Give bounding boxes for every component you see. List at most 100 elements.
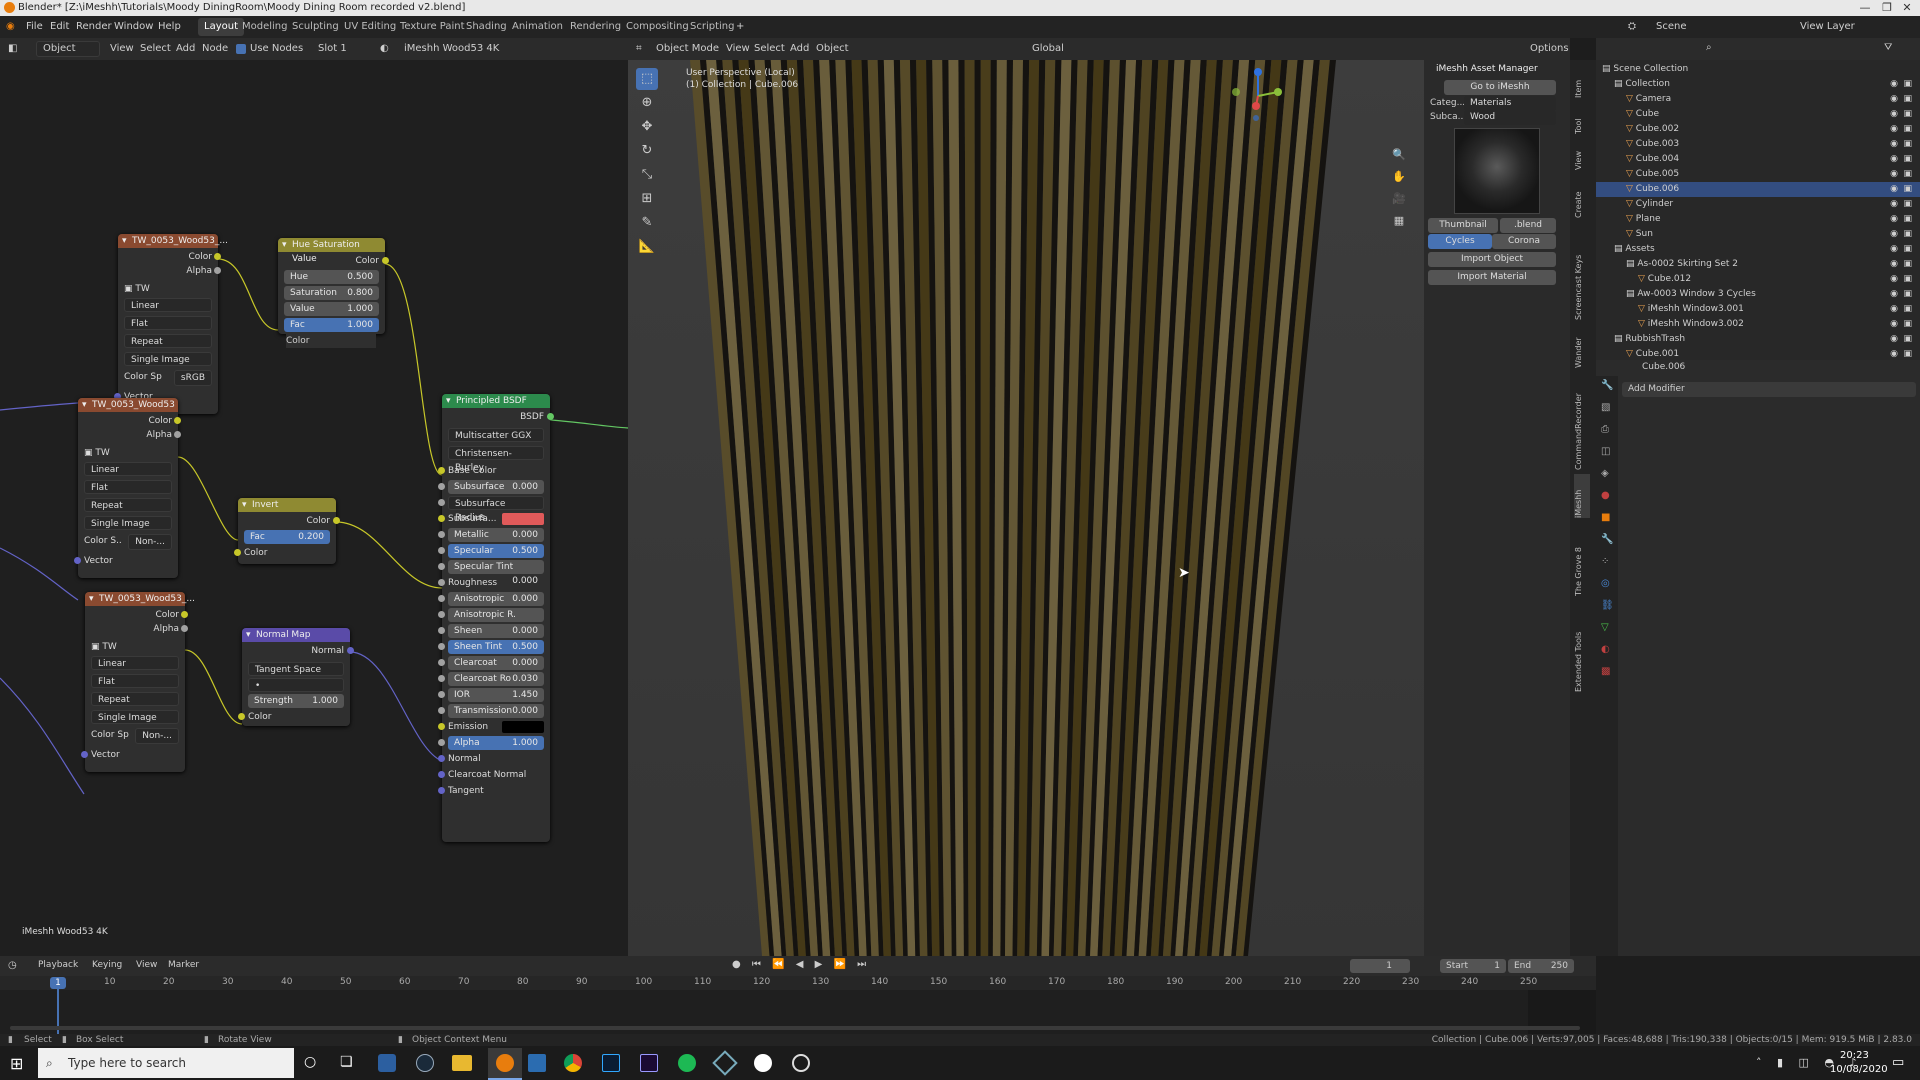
outliner-item[interactable]: ▤ RubbishTrash ◉ ▣ [1596,332,1920,347]
outliner-search-icon[interactable]: ⌕ [1706,42,1712,53]
interpolation-select[interactable]: Linear [91,656,179,670]
fac-field[interactable]: Fac 1.000 [284,318,379,332]
bsdf-field-row[interactable]: Clearcoat Ro 0.030 [448,672,544,686]
principled-bsdf-node[interactable]: Principled BSDF BSDF Multiscatter GGX Ch… [438,394,554,842]
image-texture-node-1[interactable]: TW_0053_Wood53_... Color Alpha ▣ TW Line… [114,234,228,414]
alpha-socket[interactable] [174,431,181,438]
menu-window[interactable]: Window [114,16,153,38]
value-field[interactable]: Value 1.000 [284,302,379,316]
visibility-eye-icon[interactable]: ◉ [1890,212,1898,227]
clock-date[interactable]: 10/08/2020 [1830,1064,1888,1075]
sidebar-tab[interactable]: Wander [1574,324,1590,368]
category-select[interactable]: Materials [1464,96,1556,111]
color-out-socket[interactable] [333,517,340,524]
sidebar-tab[interactable]: View [1574,138,1590,170]
bsdf-field-row[interactable]: Anisotropic R. 0.000 [448,608,544,634]
color-socket[interactable] [174,417,181,424]
outliner-item[interactable]: ▽ iMeshh Window3.001 ◉ ▣ [1596,302,1920,317]
visibility-eye-icon[interactable]: ◉ [1890,287,1898,302]
tab-rendering[interactable]: Rendering [564,18,627,36]
sidebar-tab[interactable]: iMeshh [1574,474,1590,518]
object-props-icon[interactable]: ■ [1601,512,1610,523]
measure-tool[interactable]: 📐 [636,236,658,258]
playhead-marker[interactable]: 1 [50,977,66,989]
normal-map-node[interactable]: Normal Map Normal Tangent Space • Streng… [238,628,354,726]
import-object-button[interactable]: Import Object [1428,252,1556,267]
tab-sculpting[interactable]: Sculpting [286,18,345,36]
visibility-eye-icon[interactable]: ◉ [1890,152,1898,167]
blender-taskbar-icon[interactable] [488,1048,522,1080]
colorspace-row[interactable]: Color Sp Non-... [91,728,179,744]
render-camera-icon[interactable]: ▣ [1903,107,1912,122]
outliner-item[interactable]: ▽ Cylinder ◉ ▣ [1596,197,1920,212]
bsdf-field-row[interactable]: IOR 1.450 [448,688,544,702]
calculator-icon[interactable] [528,1054,546,1072]
zoom-icon[interactable]: 🔍 [1388,144,1410,166]
menu-add[interactable]: Add [790,38,809,60]
visibility-eye-icon[interactable]: ◉ [1890,122,1898,137]
image-texture-node-3[interactable]: TW_0053_Wood53_... Color Alpha ▣ TW Line… [81,592,195,772]
timeline-scrollbar[interactable] [10,1026,1580,1030]
source-select[interactable]: Single Image [84,516,172,530]
render-camera-icon[interactable]: ▣ [1903,137,1912,152]
outliner-item[interactable]: ▤ Assets ◉ ▣ [1596,242,1920,257]
color-swatch[interactable] [502,513,544,525]
visibility-eye-icon[interactable]: ◉ [1890,92,1898,107]
add-workspace-button[interactable]: + [736,16,744,38]
subsurface-method-select[interactable]: Christensen-Burley [448,446,544,473]
image-selector[interactable]: ▣ TW [91,640,179,654]
cursor-tool[interactable]: ⊕ [636,92,658,114]
outliner-item[interactable]: ▤ As-0002 Skirting Set 2 ◉ ▣ [1596,257,1920,272]
source-select[interactable]: Single Image [91,710,179,724]
scene-name[interactable]: Scene [1656,16,1687,38]
strength-field[interactable]: Strength 1.000 [248,694,344,708]
render-camera-icon[interactable]: ▣ [1903,182,1912,197]
outliner-item[interactable]: ▽ Plane ◉ ▣ [1596,212,1920,227]
shader-node-editor[interactable]: ◧ Object View Select Add Node Use Nodes … [0,38,628,956]
particles-props-icon[interactable]: ⁘ [1601,556,1609,567]
sidebar-tab[interactable]: Extended Tools [1574,600,1590,692]
app-icon-circle[interactable] [792,1054,810,1072]
visibility-eye-icon[interactable]: ◉ [1890,167,1898,182]
input-socket[interactable] [438,707,445,714]
outliner-item[interactable]: ▽ Cube.006 ◉ ▣ [1596,182,1920,197]
engine-corona-button[interactable]: Corona [1492,234,1556,249]
move-tool[interactable]: ✥ [636,116,658,138]
app-icon-1[interactable] [378,1054,396,1072]
render-camera-icon[interactable]: ▣ [1903,92,1912,107]
bsdf-field-row[interactable]: Metallic 0.000 [448,528,544,542]
tab-uv-editing[interactable]: UV Editing [338,18,402,36]
properties-editor[interactable]: Cube.006 Add Modifier 🔧 ▧ ⎙ ◫ ◈ ● ■ 🔧 ⁘ … [1596,360,1920,956]
invert-node[interactable]: Invert Color Fac0.200 Color [234,498,340,564]
view-layer-name[interactable]: View Layer [1800,16,1855,38]
visibility-eye-icon[interactable]: ◉ [1890,137,1898,152]
tab-animation[interactable]: Animation [506,18,569,36]
bsdf-field-row[interactable]: Subsurface Radius [448,496,544,523]
steam-icon[interactable] [416,1054,434,1072]
output-props-icon[interactable]: ⎙ [1601,424,1609,435]
input-socket[interactable] [438,643,445,650]
import-material-button[interactable]: Import Material [1428,270,1556,285]
annotate-tool[interactable]: ✎ [636,212,658,234]
input-socket[interactable] [438,563,445,570]
input-socket[interactable] [438,499,445,506]
ortho-grid-icon[interactable]: ▦ [1388,210,1410,232]
pan-hand-icon[interactable]: ✋ [1388,166,1410,188]
bsdf-field-row[interactable]: Subsurface 0.000 [448,480,544,494]
sidebar-tab[interactable]: Create [1574,174,1590,218]
add-modifier-button[interactable]: Add Modifier [1622,382,1916,397]
clock-time[interactable]: 20:23 [1840,1050,1869,1061]
material-thumbnail[interactable] [1454,128,1540,214]
subcategory-select[interactable]: Wood [1464,110,1556,125]
render-camera-icon[interactable]: ▣ [1903,212,1912,227]
start-frame-field[interactable]: Start 1 [1440,959,1506,973]
input-socket[interactable] [438,547,445,554]
scale-tool[interactable]: ⤡ [636,164,658,186]
render-camera-icon[interactable]: ▣ [1903,287,1912,302]
input-socket[interactable] [438,675,445,682]
file-explorer-icon[interactable] [452,1055,472,1071]
hue-saturation-value-node[interactable]: Hue Saturation Value Color Hue0.500 Satu… [278,238,389,334]
menu-view[interactable]: View [726,38,750,60]
projection-select[interactable]: Flat [84,480,172,494]
outliner-item[interactable]: ▽ Cube.005 ◉ ▣ [1596,167,1920,182]
